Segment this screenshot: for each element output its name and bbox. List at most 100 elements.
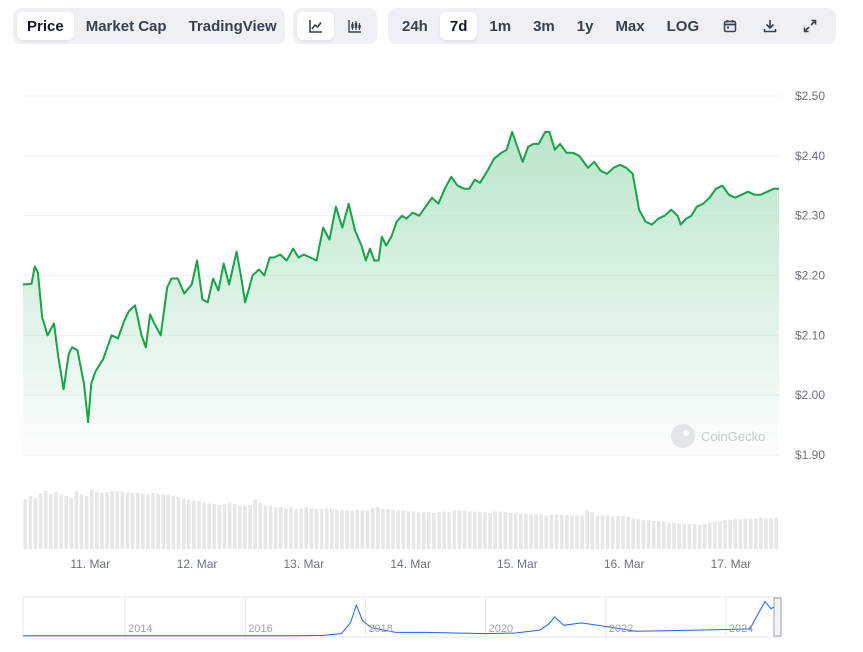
watermark-text: CoinGecko	[701, 429, 765, 444]
volume-bar	[769, 518, 773, 549]
volume-bar	[69, 497, 74, 549]
volume-bar	[54, 492, 58, 549]
volume-bar	[488, 513, 492, 549]
volume-bar	[386, 509, 390, 549]
volume-bar	[759, 517, 763, 549]
volume-bar	[350, 510, 354, 549]
volume-bar	[590, 512, 595, 549]
x-tick-label: 16. Mar	[604, 557, 645, 571]
volume-bar	[738, 519, 743, 549]
volume-bar	[503, 512, 508, 549]
volume-bar	[493, 511, 497, 549]
volume-bar	[324, 508, 329, 549]
volume-bar	[105, 492, 109, 549]
price-chart[interactable]: $2.50 $2.40 $2.30 $2.20 $2.10 $2.00 $1.90 11. …	[0, 0, 863, 652]
volume-bar	[447, 512, 452, 549]
volume-bar	[605, 515, 610, 549]
volume-bar	[411, 511, 416, 549]
volume-bar	[212, 504, 217, 549]
navigator-year-label: 2016	[248, 623, 272, 635]
volume-bar	[258, 502, 263, 549]
volume-bar	[513, 513, 518, 549]
volume-bar	[473, 511, 477, 549]
volume-bar	[294, 509, 298, 549]
volume-bar	[146, 494, 150, 549]
volume-bar	[43, 490, 48, 549]
volume-bar	[130, 493, 135, 549]
volume-bar	[151, 493, 155, 549]
volume-bar	[161, 494, 165, 549]
volume-bar	[478, 512, 482, 549]
volume-bar	[442, 511, 446, 549]
volume-bar	[64, 496, 68, 549]
volume-bar	[248, 505, 252, 549]
x-tick-label: 11. Mar	[70, 557, 110, 571]
volume-bar	[207, 503, 211, 549]
volume-bar	[95, 492, 99, 549]
volume-bar	[432, 513, 436, 549]
navigator-year-label: 2024	[729, 623, 753, 635]
volume-bar	[672, 522, 676, 549]
volume-bar	[641, 520, 646, 549]
volume-bar	[176, 497, 181, 549]
volume-bar	[713, 521, 717, 549]
volume-bar	[662, 521, 666, 549]
volume-bar	[733, 518, 738, 549]
volume-bar	[273, 507, 278, 549]
volume-bars	[23, 489, 778, 549]
volume-bar	[651, 521, 656, 549]
volume-bar	[222, 504, 227, 549]
volume-bar	[457, 510, 462, 549]
volume-bar	[156, 493, 160, 549]
volume-bar	[330, 508, 334, 549]
y-tick-label: $2.50	[795, 89, 825, 103]
volume-bar	[232, 504, 237, 549]
y-tick-label: $1.90	[795, 448, 825, 462]
navigator[interactable]: 2014 2016 2018 2020 2022 2024	[22, 596, 782, 638]
volume-bar	[585, 510, 589, 549]
volume-bar	[396, 510, 400, 549]
volume-bar	[166, 494, 171, 549]
volume-bar	[340, 509, 344, 549]
volume-bar	[621, 516, 625, 549]
volume-bar	[360, 510, 365, 549]
volume-bar	[253, 499, 257, 549]
volume-bar	[355, 509, 360, 549]
volume-bar	[708, 522, 712, 549]
volume-bar	[187, 499, 191, 549]
volume-bar	[28, 496, 33, 549]
volume-bar	[217, 505, 222, 549]
volume-bar	[319, 509, 324, 549]
volume-bar	[263, 505, 268, 549]
x-tick-label: 15. Mar	[497, 557, 538, 571]
price-area	[23, 131, 779, 455]
volume-bar	[416, 512, 421, 549]
volume-bar	[238, 505, 242, 549]
volume-bar	[544, 515, 549, 549]
volume-bar	[656, 521, 661, 549]
x-axis-labels: 11. Mar 12. Mar 13. Mar 14. Mar 15. Mar 16. M…	[70, 557, 751, 571]
volume-bar	[748, 518, 753, 549]
volume-bar	[202, 502, 206, 549]
volume-bar	[764, 518, 768, 549]
navigator-handle[interactable]	[773, 597, 782, 637]
volume-bar	[370, 508, 375, 549]
volume-bar	[79, 494, 84, 549]
volume-bar	[391, 509, 395, 549]
volume-bar	[171, 496, 176, 549]
volume-bar	[580, 515, 584, 549]
volume-bar	[284, 508, 288, 549]
volume-bar	[677, 523, 681, 549]
volume-bar	[723, 520, 727, 549]
volume-bar	[38, 493, 43, 549]
volume-bar	[243, 505, 247, 549]
volume-bar	[702, 524, 707, 549]
y-axis-labels: $2.50 $2.40 $2.30 $2.20 $2.10 $2.00 $1.90	[795, 89, 825, 462]
volume-bar	[141, 493, 145, 549]
volume-bar	[335, 509, 339, 549]
volume-bar	[437, 512, 441, 549]
volume-bar	[575, 515, 579, 549]
volume-bar	[616, 516, 620, 549]
x-tick-label: 12. Mar	[177, 557, 218, 571]
volume-bar	[406, 511, 411, 549]
